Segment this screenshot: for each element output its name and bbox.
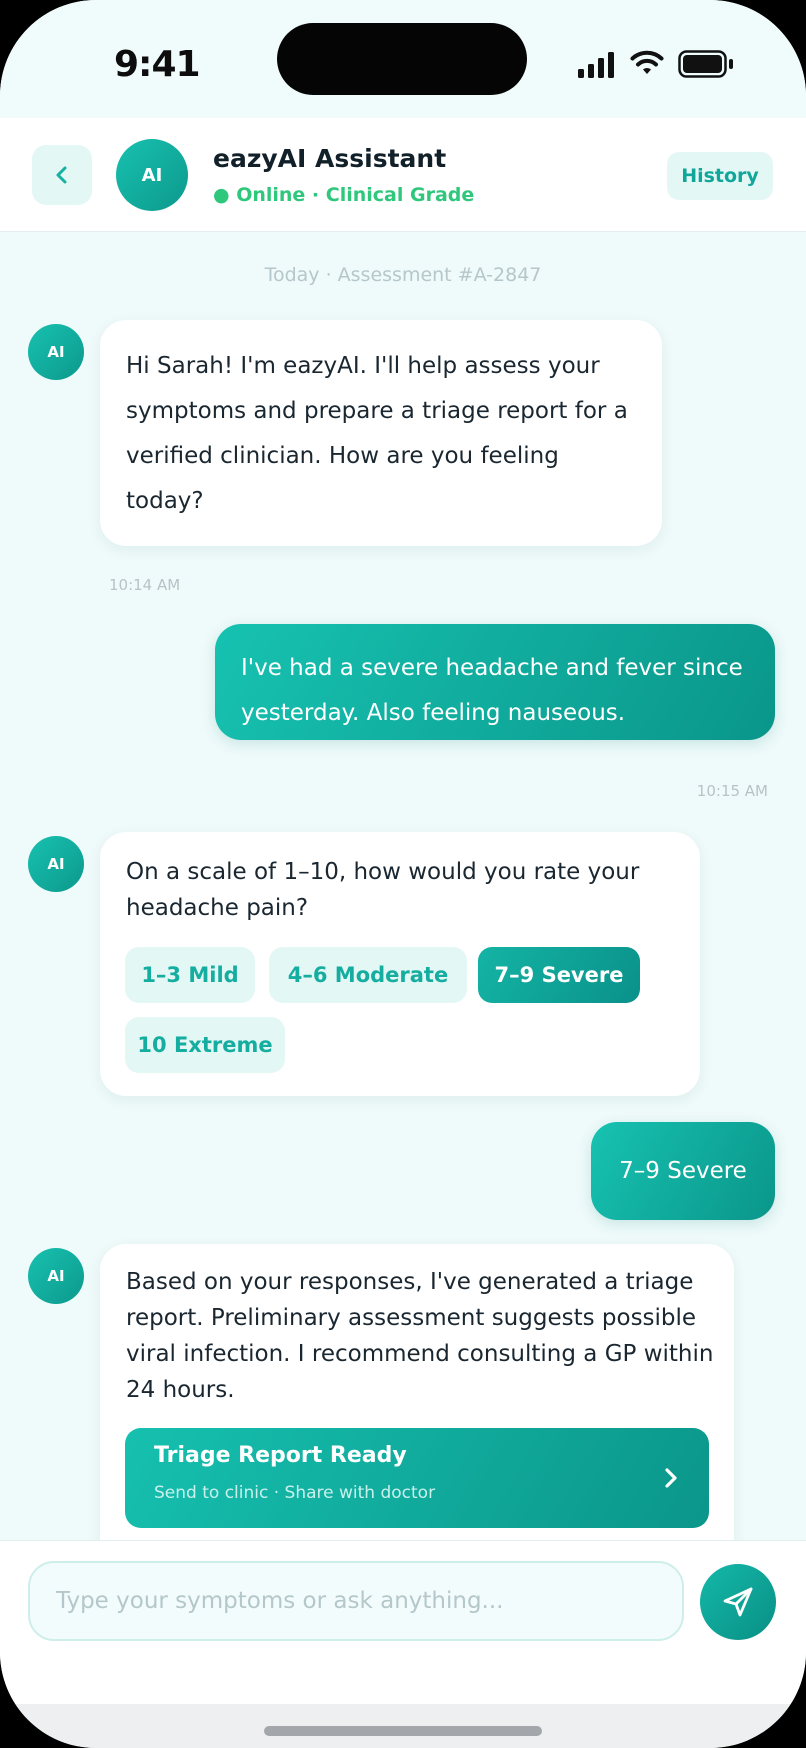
assistant-name: eazyAI Assistant (213, 144, 447, 173)
message-input[interactable] (28, 1561, 684, 1641)
message-timestamp: 10:14 AM (109, 576, 181, 594)
ai-message-bubble: On a scale of 1–10, how would you rate y… (100, 832, 700, 1096)
message-text: I've had a severe headache and fever sin… (241, 655, 743, 726)
triage-report-card[interactable]: Triage Report Ready Send to clinic · Sha… (125, 1428, 709, 1528)
composer-bar (0, 1540, 806, 1704)
option-severe[interactable]: 7–9 Severe (478, 947, 640, 1003)
dynamic-island (277, 23, 527, 95)
send-icon (723, 1587, 753, 1617)
battery-icon (678, 50, 733, 78)
wifi-icon (630, 50, 664, 74)
message-list[interactable]: Today · Assessment #A-2847 AI Hi Sarah! … (0, 232, 806, 1564)
ai-message-bubble: Based on your responses, I've generated … (100, 1244, 734, 1564)
status-bar: 9:41 (0, 0, 806, 118)
message-timestamp: 10:15 AM (696, 782, 768, 800)
assistant-avatar: AI (116, 139, 188, 211)
message-text: 7–9 Severe (619, 1158, 747, 1184)
send-button[interactable] (700, 1564, 776, 1640)
ai-avatar: AI (28, 1248, 84, 1304)
triage-card-title: Triage Report Ready (154, 1443, 407, 1468)
ai-avatar: AI (28, 324, 84, 380)
date-divider: Today · Assessment #A-2847 (264, 264, 542, 286)
user-message-bubble: 7–9 Severe (591, 1122, 775, 1220)
message-text: On a scale of 1–10, how would you rate y… (126, 859, 640, 921)
online-status: ● Online · Clinical Grade (213, 184, 475, 206)
ai-message-bubble: Hi Sarah! I'm eazyAI. I'll help assess y… (100, 320, 662, 546)
app-screen: 9:41 AI eazyAI Assistant ● Online · Clin… (0, 0, 806, 1748)
status-time: 9:41 (114, 44, 201, 85)
ai-avatar: AI (28, 836, 84, 892)
home-area (0, 1704, 806, 1748)
chevron-right-icon (665, 1468, 677, 1488)
back-button[interactable] (32, 145, 92, 205)
home-indicator[interactable] (264, 1726, 542, 1736)
user-message-bubble: I've had a severe headache and fever sin… (215, 624, 775, 740)
triage-card-subtitle: Send to clinic · Share with doctor (154, 1483, 436, 1503)
option-extreme[interactable]: 10 Extreme (125, 1017, 285, 1073)
option-moderate[interactable]: 4–6 Moderate (269, 947, 467, 1003)
message-text: Hi Sarah! I'm eazyAI. I'll help assess y… (126, 353, 628, 514)
chat-header: AI eazyAI Assistant ● Online · Clinical … (0, 118, 806, 232)
signal-icon (578, 52, 614, 78)
option-mild[interactable]: 1–3 Mild (125, 947, 255, 1003)
history-button[interactable]: History (667, 152, 773, 200)
message-text: Based on your responses, I've generated … (126, 1269, 714, 1403)
chevron-left-icon (56, 166, 67, 184)
phone-frame: 9:41 AI eazyAI Assistant ● Online · Clin… (0, 0, 806, 1748)
